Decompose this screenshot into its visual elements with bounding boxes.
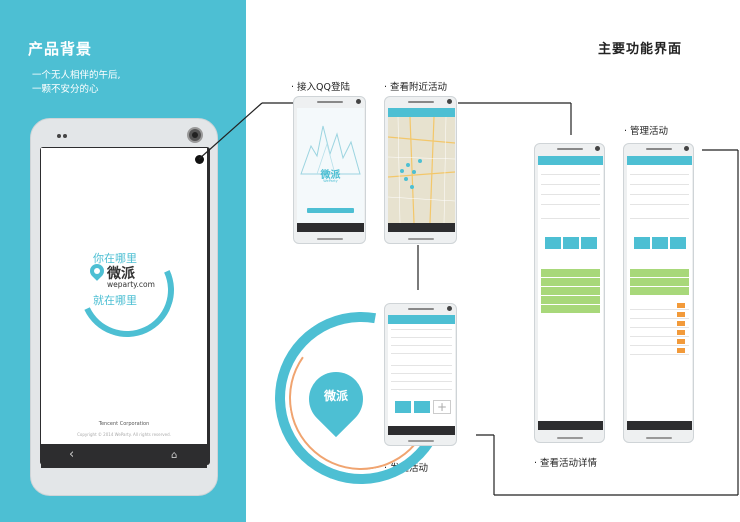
participant-row[interactable] xyxy=(541,305,600,314)
participant-row[interactable] xyxy=(541,269,600,278)
applicant-row[interactable] xyxy=(630,337,689,346)
login-screen: 微派 WeParty xyxy=(297,108,364,232)
photo-thumb[interactable] xyxy=(651,236,669,250)
applicant-row[interactable] xyxy=(630,301,689,310)
detail-app-bar xyxy=(538,156,603,165)
manage-screen xyxy=(627,156,692,430)
phone-nearby-map xyxy=(384,96,457,244)
main-features-title: 主要功能界面 xyxy=(598,42,683,57)
participant-row[interactable] xyxy=(541,278,600,287)
form-app-bar xyxy=(388,315,455,324)
qq-login-button[interactable] xyxy=(307,208,354,213)
label-manage: · 管理活动 xyxy=(624,126,669,137)
photo-thumb[interactable] xyxy=(394,400,412,414)
phone-launch-activity: + xyxy=(384,303,457,446)
participant-row[interactable] xyxy=(541,287,600,296)
login-app-sub: WeParty xyxy=(323,179,338,183)
participant-row[interactable] xyxy=(630,278,689,287)
phone-activity-detail xyxy=(534,143,605,443)
label-detail: · 查看活动详情 xyxy=(534,458,598,469)
pin-app-name: 微派 xyxy=(323,389,348,403)
photo-thumb[interactable] xyxy=(633,236,651,250)
launch-form-screen: + xyxy=(388,315,455,435)
manage-app-bar xyxy=(627,156,692,165)
label-nearby: · 查看附近活动 xyxy=(384,82,448,93)
map-screen xyxy=(388,108,455,232)
applicant-row[interactable] xyxy=(630,319,689,328)
add-photo-icon[interactable]: + xyxy=(433,400,451,414)
participant-row[interactable] xyxy=(630,287,689,296)
label-qq-login: · 接入QQ登陆 xyxy=(291,82,350,93)
photo-thumb[interactable] xyxy=(544,236,562,250)
photo-thumb[interactable] xyxy=(669,236,687,250)
photo-thumb[interactable] xyxy=(413,400,431,414)
applicant-row[interactable] xyxy=(630,346,689,355)
participant-row[interactable] xyxy=(630,269,689,278)
applicant-row[interactable] xyxy=(630,328,689,337)
map-view[interactable] xyxy=(388,116,455,224)
phone-manage-activity xyxy=(623,143,694,443)
map-app-bar xyxy=(388,108,455,117)
participant-row[interactable] xyxy=(541,296,600,305)
detail-screen xyxy=(538,156,603,430)
applicant-row[interactable] xyxy=(630,310,689,319)
photo-thumb[interactable] xyxy=(580,236,598,250)
photo-thumb[interactable] xyxy=(562,236,580,250)
map-roads xyxy=(388,116,455,224)
phone-qq-login: 微派 WeParty xyxy=(293,96,366,244)
